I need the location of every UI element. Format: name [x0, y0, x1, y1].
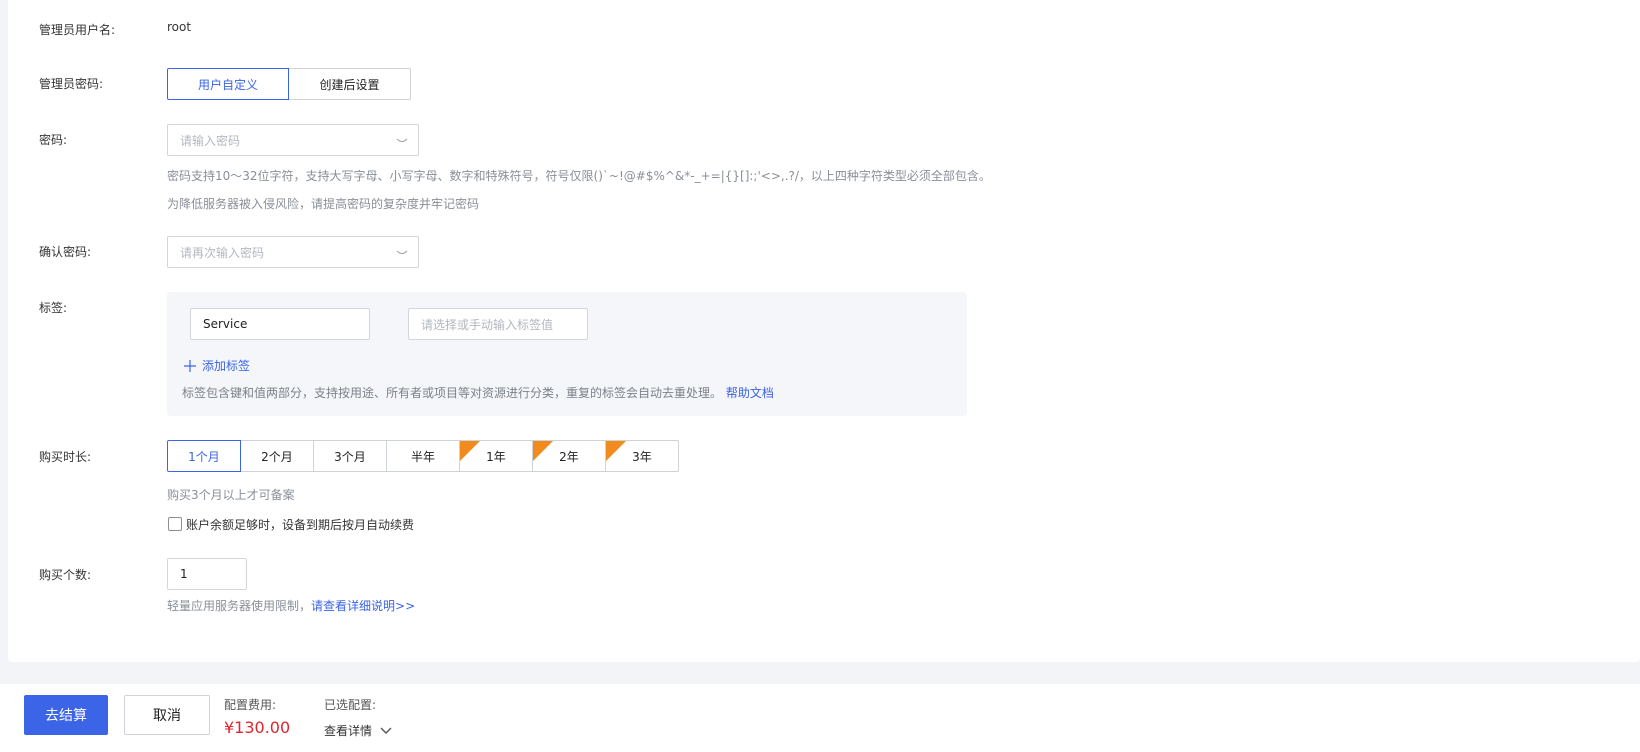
duration-1-year[interactable]: 1年 [459, 440, 533, 472]
duration-hint: 购买3个月以上才可备案 [167, 488, 295, 502]
quantity-hint-text: 轻量应用服务器使用限制， [167, 599, 312, 613]
tag-hint: 标签包含键和值两部分，支持按用途、所有者或项目等对资源进行分类，重复的标签会自动… [182, 384, 774, 401]
help-doc-link[interactable]: 帮助文档 [726, 386, 774, 400]
confirm-password-label: 确认密码: [39, 245, 92, 259]
auto-renew-label: 账户余额足够时，设备到期后按月自动续费 [186, 518, 415, 532]
checkout-button[interactable]: 去结算 [24, 695, 108, 735]
tag-hint-text: 标签包含键和值两部分，支持按用途、所有者或项目等对资源进行分类，重复的标签会自动… [182, 386, 723, 400]
duration-1-year-label: 1年 [486, 449, 506, 464]
duration-half-year[interactable]: 半年 [386, 440, 460, 472]
duration-group: 1个月 2个月 3个月 半年 1年 2年 3年 [167, 440, 679, 472]
eye-closed-icon[interactable] [396, 135, 408, 145]
admin-username-label: 管理员用户名: [39, 23, 116, 37]
quantity-value: 1 [180, 567, 188, 581]
password-hint-2: 为降低服务器被入侵风险，请提高密码的复杂度并牢记密码 [167, 197, 480, 211]
cancel-button[interactable]: 取消 [124, 695, 210, 735]
admin-password-label: 管理员密码: [39, 77, 104, 91]
password-mode-custom-button[interactable]: 用户自定义 [167, 68, 289, 100]
quantity-detail-link[interactable]: 请查看详细说明>> [311, 599, 415, 613]
password-hint-1: 密码支持10～32位字符，支持大写字母、小写字母、数字和特殊符号，符号仅限()`… [167, 169, 991, 183]
duration-1-month[interactable]: 1个月 [167, 440, 241, 472]
tag-key-value: Service [203, 317, 248, 331]
password-placeholder: 请输入密码 [180, 133, 241, 148]
discount-ribbon [460, 441, 480, 461]
config-fee-value: ¥130.00 [224, 718, 291, 737]
config-fee-label: 配置费用: [224, 698, 277, 712]
add-tag-button[interactable]: 添加标签 [184, 357, 250, 374]
duration-3-years[interactable]: 3年 [605, 440, 679, 472]
quantity-hint: 轻量应用服务器使用限制，请查看详细说明>> [167, 597, 415, 614]
duration-label: 购买时长: [39, 450, 92, 464]
password-mode-later-button[interactable]: 创建后设置 [288, 68, 411, 100]
admin-username-value: root [167, 20, 192, 34]
tag-value-input[interactable]: 请选择或手动输入标签值 [408, 308, 588, 340]
view-details-label: 查看详情 [324, 724, 373, 738]
confirm-password-placeholder: 请再次输入密码 [180, 245, 265, 260]
chevron-down-icon [380, 727, 392, 734]
add-tag-label: 添加标签 [202, 359, 251, 373]
password-label: 密码: [39, 133, 68, 147]
tags-label: 标签: [39, 301, 68, 315]
auto-renew-checkbox[interactable] [168, 517, 182, 531]
tag-key-input[interactable]: Service [190, 308, 370, 340]
tag-value-placeholder: 请选择或手动输入标签值 [421, 317, 554, 332]
duration-2-months[interactable]: 2个月 [240, 440, 314, 472]
confirm-password-input[interactable]: 请再次输入密码 [167, 236, 419, 268]
eye-closed-icon[interactable] [396, 247, 408, 257]
quantity-label: 购买个数: [39, 568, 92, 582]
duration-3-years-label: 3年 [632, 449, 652, 464]
plus-icon [184, 359, 196, 372]
discount-ribbon [606, 441, 626, 461]
duration-2-years[interactable]: 2年 [532, 440, 606, 472]
checkout-footer: 去结算 取消 配置费用: ¥130.00 已选配置: 查看详情 [0, 684, 1640, 752]
password-mode-group: 用户自定义 创建后设置 [167, 68, 411, 100]
duration-2-years-label: 2年 [559, 449, 579, 464]
discount-ribbon [533, 441, 553, 461]
view-details-toggle[interactable]: 查看详情 [324, 722, 392, 739]
quantity-input[interactable]: 1 [167, 558, 247, 590]
duration-3-months[interactable]: 3个月 [313, 440, 387, 472]
selected-config-label: 已选配置: [324, 698, 377, 712]
password-input[interactable]: 请输入密码 [167, 124, 419, 156]
